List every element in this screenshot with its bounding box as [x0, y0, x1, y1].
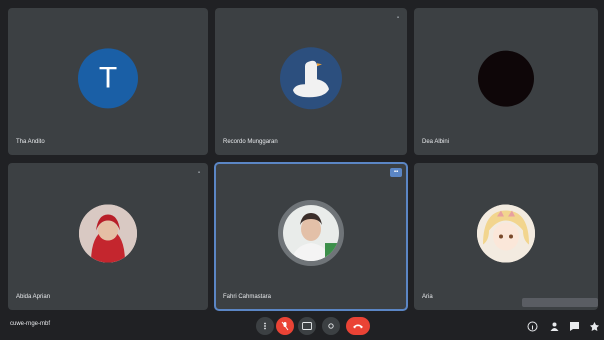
people-button[interactable] — [548, 320, 560, 332]
participant-tile[interactable]: Aria — [414, 163, 598, 310]
person-photo-icon — [79, 204, 137, 263]
bottom-control-bar: cuwe-rnge-mbf — [0, 312, 604, 340]
participant-name: Recordo Munggaran — [223, 139, 278, 145]
goose-avatar — [280, 46, 342, 109]
anime-character-icon — [477, 204, 535, 263]
man-photo-avatar — [278, 199, 344, 266]
captions-button[interactable] — [298, 317, 316, 335]
participant-tile[interactable]: Dea Albini — [414, 8, 598, 155]
meeting-info-button[interactable] — [526, 320, 538, 332]
hijab-photo-avatar — [79, 204, 137, 263]
present-icon — [328, 323, 334, 329]
captions-icon — [302, 322, 312, 330]
participant-name: Abida Aprian — [16, 294, 51, 300]
people-icon — [550, 322, 558, 331]
avatar-initial: T — [98, 60, 118, 94]
anime-avatar — [477, 204, 535, 263]
participant-tile[interactable]: T Tha Andito — [8, 8, 208, 155]
mic-toggle-button[interactable] — [276, 317, 294, 335]
participant-tile[interactable]: ▪ Recordo Munggaran — [215, 8, 407, 155]
activities-button[interactable] — [588, 320, 600, 332]
hover-tooltip — [522, 298, 598, 307]
participant-name: Fahri Cahmastara — [223, 294, 272, 300]
hang-up-button[interactable] — [346, 317, 370, 335]
activities-icon — [589, 321, 599, 331]
more-options-button[interactable] — [256, 317, 274, 335]
goose-icon — [293, 60, 329, 97]
info-icon — [527, 321, 537, 331]
participant-tile-active[interactable]: ▪▪ Fahri Cahmastara — [214, 162, 408, 311]
chat-button[interactable] — [568, 320, 580, 332]
hang-up-icon — [353, 324, 363, 329]
chat-icon — [569, 321, 579, 331]
speaking-badge: ▪▪ — [390, 168, 402, 177]
letter-avatar: T — [78, 47, 138, 108]
participant-grid: T Tha Andito ▪ Recordo Munggaran Dea Alb… — [8, 8, 598, 312]
black-circle-avatar — [478, 50, 534, 107]
meeting-code: cuwe-rnge-mbf — [10, 321, 51, 327]
present-button[interactable] — [322, 317, 340, 335]
more-options-icon — [264, 322, 266, 330]
mic-off-icon — [281, 321, 289, 331]
participant-name: Tha Andito — [16, 139, 45, 145]
participant-name: Dea Albini — [422, 139, 450, 145]
participant-tile[interactable]: ▪ Abida Aprian — [8, 163, 208, 310]
person-photo-icon — [283, 204, 339, 261]
participant-status-icon: ▪ — [396, 15, 399, 21]
participant-name: Aria — [422, 294, 433, 300]
participant-status-icon: ▪ — [197, 170, 200, 176]
